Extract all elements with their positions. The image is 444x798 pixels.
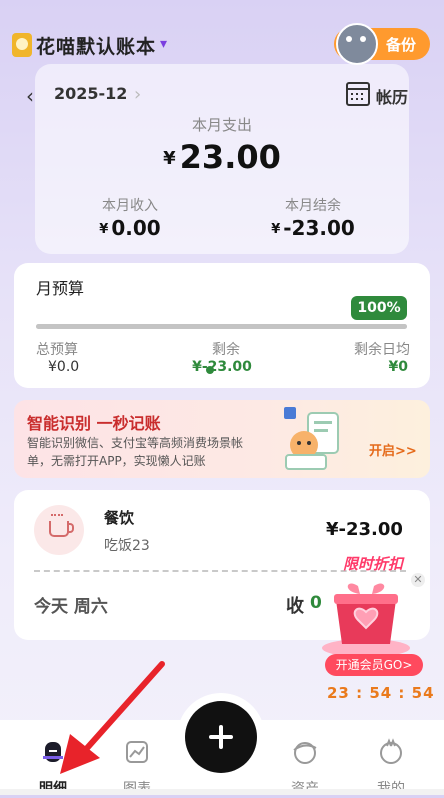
- nav-label-chart: 图表: [107, 778, 167, 798]
- daily-avg-title: 剩余日均: [354, 342, 410, 358]
- calendar-icon[interactable]: [346, 82, 370, 106]
- income-amount: 0.00: [111, 216, 161, 240]
- promo-open-link[interactable]: 开启>>: [369, 440, 417, 459]
- profile-icon: [380, 738, 402, 764]
- cat-avatar-icon: [336, 23, 378, 65]
- income-value: ¥0.00: [70, 216, 190, 240]
- expense-value: ¥23.00: [0, 138, 444, 176]
- daily-avg-value: ¥0: [388, 359, 408, 375]
- limited-offer-title[interactable]: 限时折扣: [343, 553, 403, 574]
- total-budget-value: ¥0.0: [48, 359, 80, 375]
- expense-title: 本月支出: [191, 116, 252, 134]
- total-budget-title: 总预算: [36, 342, 78, 358]
- currency-symbol: ¥: [163, 148, 176, 169]
- promo-title: 智能识别 一秒记账: [27, 414, 161, 433]
- record-category[interactable]: 餐饮: [104, 507, 134, 528]
- balance-value: ¥ -23.00: [253, 216, 373, 240]
- record-amount[interactable]: ¥-23.00: [326, 519, 403, 540]
- remain-value: ¥-23.00: [192, 359, 252, 375]
- vip-go-button[interactable]: 开通会员GO>: [325, 654, 423, 676]
- chevron-down-icon[interactable]: ▾: [160, 36, 167, 52]
- cat-receipt-illustration-icon: [284, 407, 339, 470]
- home-indicator-bar: [0, 789, 444, 795]
- currency-symbol: ¥: [99, 222, 109, 237]
- remain-dot-icon: [206, 366, 214, 374]
- nav-item-detail[interactable]: 明细: [23, 720, 83, 798]
- nav-label-detail: 明细: [23, 778, 83, 798]
- countdown-timer: 23 : 54 : 54: [327, 684, 435, 702]
- plus-icon-vertical: [219, 725, 223, 749]
- income-title: 本月收入: [102, 198, 158, 214]
- cup-icon: [49, 521, 74, 537]
- month-next-icon[interactable]: ›: [134, 84, 141, 105]
- balance-amount: -23.00: [283, 216, 355, 240]
- header: 花喵默认账本 ▾ 备份: [0, 0, 444, 70]
- budget-progress-fill: [36, 324, 407, 329]
- currency-symbol: ¥: [271, 222, 281, 237]
- nav-item-assets[interactable]: 资产: [275, 720, 335, 798]
- month-label[interactable]: 2025-12: [54, 84, 127, 103]
- month-prev-icon[interactable]: ‹: [26, 84, 34, 108]
- record-note[interactable]: 吃饭23: [104, 535, 150, 555]
- promo-description: 智能识别微信、支付宝等高频消费场景帐单，无需打开APP，实现懒人记账: [27, 436, 244, 468]
- day-income-label: 收: [286, 596, 304, 617]
- nav-label-assets: 资产: [275, 778, 335, 798]
- calendar-label[interactable]: 帐历: [376, 84, 408, 108]
- budget-percent-badge: 100%: [351, 296, 407, 320]
- coffee-cup-icon: [34, 505, 84, 555]
- remain-title: 剩余: [212, 342, 240, 358]
- book-icon: [12, 33, 32, 57]
- day-label: 今天 周六: [34, 597, 108, 617]
- gift-box-icon[interactable]: [316, 578, 416, 658]
- expense-amount: 23.00: [179, 138, 281, 176]
- nav-item-profile[interactable]: 我的: [361, 720, 421, 798]
- steam-icon: [51, 514, 63, 520]
- add-record-button[interactable]: [185, 701, 257, 773]
- balance-title: 本月结余: [285, 198, 341, 214]
- book-title[interactable]: 花喵默认账本: [36, 32, 156, 59]
- chart-icon: [126, 741, 148, 763]
- assets-icon: [293, 742, 317, 764]
- budget-progress-bar: [36, 324, 407, 329]
- nav-item-chart[interactable]: 图表: [107, 720, 167, 798]
- backup-label: 备份: [385, 36, 416, 54]
- budget-title: 月预算: [36, 279, 85, 298]
- nav-label-profile: 我的: [361, 778, 421, 798]
- detail-icon: [43, 742, 63, 762]
